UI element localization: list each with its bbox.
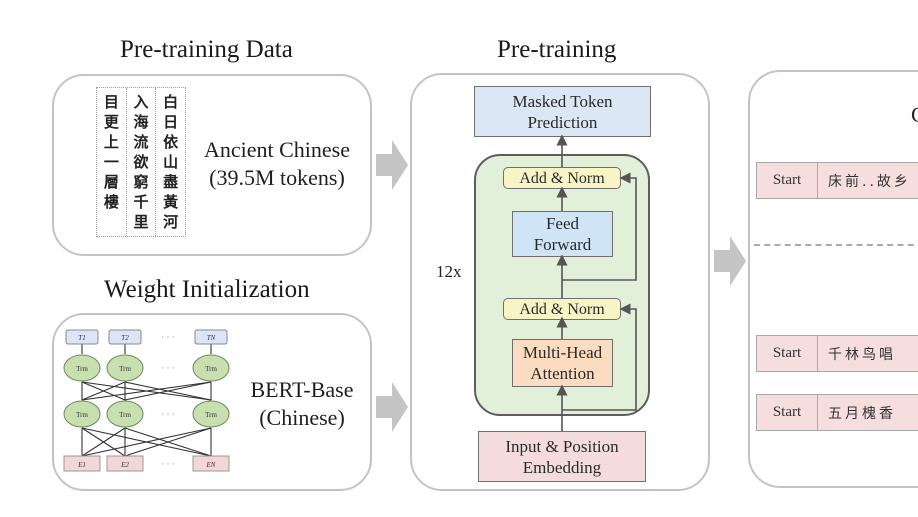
- encoder-connectors: [556, 134, 637, 431]
- calligraphy-char: 盡: [163, 173, 179, 191]
- calligraphy-image: 白日依山盡黃河入海流欲窮千里目更上一層樓: [96, 87, 186, 237]
- bert-diagram: T1 T2 TN · · · Trm Trm Trm Trm Trm Trm ·…: [63, 329, 230, 472]
- ancient-chinese-line2: (39.5M tokens): [209, 165, 345, 190]
- bert-ellipsis: · · ·: [161, 332, 175, 342]
- generation-panel-title: C: [911, 102, 918, 128]
- calligraphy-char: 更: [103, 113, 119, 131]
- embedding-line2: Embedding: [522, 457, 602, 477]
- calligraphy-column: 入海流欲窮千里: [125, 88, 156, 236]
- ancient-chinese-label: Ancient Chinese (39.5M tokens): [192, 136, 362, 192]
- start-token: Start: [757, 395, 818, 430]
- calligraphy-char: 河: [163, 213, 179, 231]
- input-position-embedding-box: Input & Position Embedding: [478, 431, 646, 482]
- calligraphy-column: 白日依山盡黃河: [155, 88, 185, 236]
- pretraining-title: Pre-training: [497, 36, 617, 63]
- repeat-label: 12x: [436, 262, 462, 281]
- weight-init-title: Weight Initialization: [104, 276, 310, 303]
- masked-token-line1: Masked Token: [512, 91, 613, 111]
- calligraphy-char: 海: [133, 113, 149, 131]
- trm-label: Trm: [205, 365, 217, 373]
- calligraphy-char: 入: [133, 93, 149, 111]
- bert-input-label: EN: [206, 461, 216, 469]
- start-token: Start: [757, 163, 818, 198]
- bert-ellipsis: · · ·: [161, 459, 175, 469]
- trm-label: Trm: [119, 411, 131, 419]
- bert-base-line1: BERT-Base: [250, 377, 354, 402]
- calligraphy-char: 欲: [133, 153, 149, 171]
- poem-row: Start 五月槐香: [756, 394, 918, 431]
- trm-label: Trm: [76, 411, 88, 419]
- embedding-line1: Input & Position: [505, 436, 619, 456]
- bert-input-label: E2: [120, 461, 129, 469]
- calligraphy-char: 黃: [163, 193, 179, 211]
- calligraphy-char: 目: [103, 93, 119, 111]
- bert-output-label: T1: [78, 334, 85, 342]
- poem-text: 床前..故乡: [828, 173, 911, 190]
- poem-row: Start 床前..故乡: [756, 162, 918, 199]
- bert-output-label: TN: [207, 334, 216, 342]
- calligraphy-char: 流: [133, 133, 149, 151]
- start-token: Start: [757, 336, 818, 371]
- bert-base-line2: (Chinese): [259, 405, 345, 430]
- trm-label: Trm: [76, 365, 88, 373]
- poem-row: Start 千林鸟唱: [756, 335, 918, 372]
- calligraphy-char: 依: [163, 133, 179, 151]
- calligraphy-char: 山: [163, 153, 179, 171]
- residual-arrow: [562, 172, 637, 281]
- poem-text: 五月槐香: [828, 405, 896, 422]
- pretraining-data-title: Pre-training Data: [120, 36, 293, 63]
- calligraphy-char: 白: [163, 93, 179, 111]
- bert-output-tokens: T1 T2 TN · · ·: [65, 329, 228, 345]
- dashed-divider: [754, 244, 918, 246]
- bert-ellipsis: · · ·: [161, 363, 175, 373]
- arrow-right-icon: [376, 382, 408, 432]
- calligraphy-char: 上: [103, 133, 119, 151]
- bert-input-label: E1: [77, 461, 86, 469]
- calligraphy-char: 樓: [103, 193, 119, 211]
- bert-ellipsis: · · ·: [161, 409, 175, 419]
- poem-text: 千林鸟唱: [828, 346, 896, 363]
- calligraphy-char: 窮: [133, 173, 149, 191]
- calligraphy-char: 層: [103, 173, 119, 191]
- bert-output-label: T2: [121, 334, 129, 342]
- calligraphy-char: 一: [103, 153, 119, 171]
- calligraphy-char: 里: [133, 213, 149, 231]
- bert-input-tokens: E1 E2 EN · · ·: [63, 455, 230, 472]
- calligraphy-column: 目更上一層樓: [97, 88, 126, 236]
- trm-label: Trm: [205, 411, 217, 419]
- calligraphy-char: 千: [133, 193, 149, 211]
- trm-label: Trm: [119, 365, 131, 373]
- arrow-right-icon: [714, 236, 746, 286]
- bert-base-label: BERT-Base (Chinese): [232, 376, 372, 432]
- residual-arrow: [562, 303, 637, 411]
- ancient-chinese-line1: Ancient Chinese: [203, 137, 351, 162]
- calligraphy-char: 日: [163, 113, 179, 131]
- arrow-right-icon: [376, 140, 408, 190]
